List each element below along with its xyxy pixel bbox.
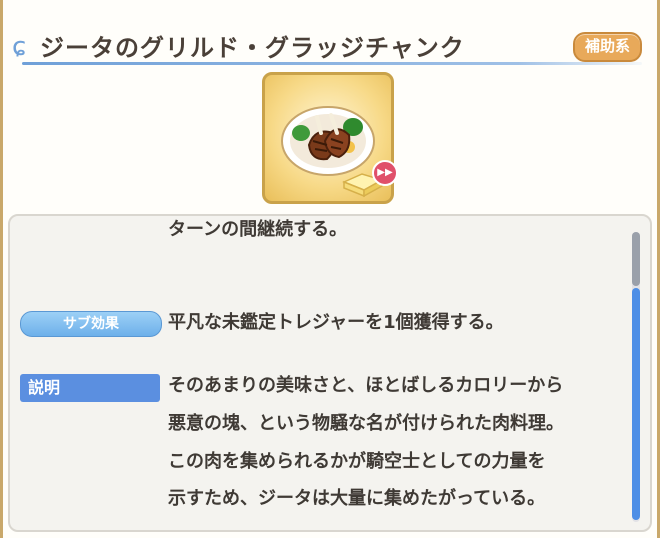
description-panel: [8, 214, 652, 532]
sub-effect-text: 平凡な未鑑定トレジャーを1個獲得する。: [168, 312, 504, 333]
scrollbar-thumb[interactable]: [632, 288, 640, 520]
description-line: 示すため、ジータは大量に集めたがっている。: [168, 488, 546, 509]
sub-effect-label: サブ効果: [20, 311, 162, 337]
description-line: そのあまりの美味さと、ほとばしるカロリーから: [168, 375, 564, 396]
title-underline: [22, 62, 642, 65]
description-line: 悪意の塊、という物騒な名が付けられた肉料理。: [168, 413, 564, 434]
swirl-ornament-icon: ɕ: [12, 32, 27, 62]
description-line: この肉を集められるかが騎空士としての力量を: [168, 451, 546, 472]
scrollbar-upper-segment[interactable]: [632, 232, 640, 286]
item-title: ジータのグリルド・グラッジチャンク: [40, 34, 465, 62]
category-badge: 補助系: [572, 32, 642, 62]
description-label: 説明: [20, 374, 160, 402]
fast-forward-icon[interactable]: ▶▶: [372, 160, 398, 186]
effect-text-tail: ターンの間継続する。: [168, 219, 348, 240]
